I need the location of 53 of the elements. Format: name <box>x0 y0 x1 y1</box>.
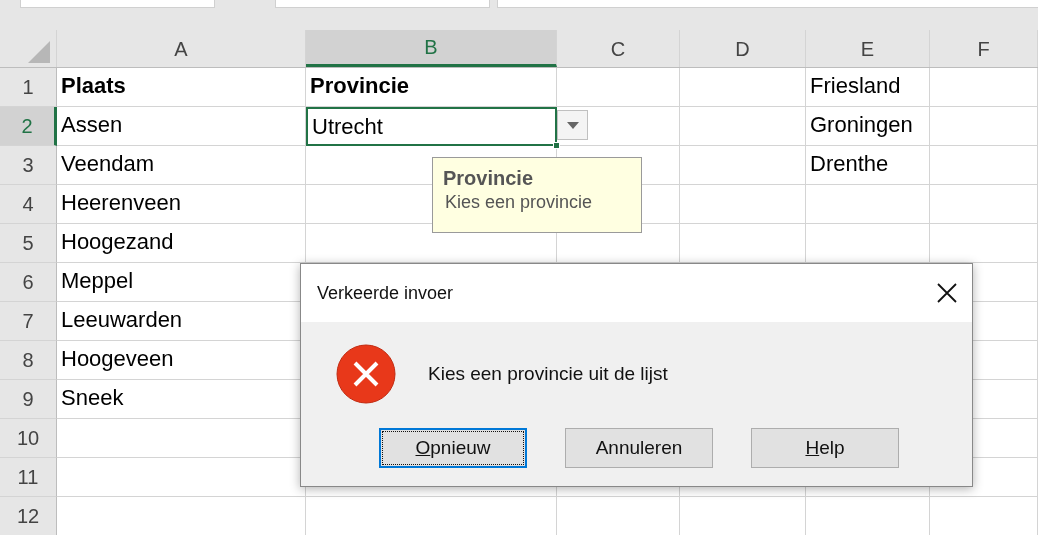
cell[interactable]: Friesland <box>806 68 930 107</box>
cell[interactable] <box>930 146 1038 185</box>
cell[interactable] <box>680 107 806 146</box>
cell[interactable] <box>557 68 680 107</box>
dialog-title: Verkeerde invoer <box>317 281 454 305</box>
column-header[interactable]: F <box>930 30 1038 67</box>
cell[interactable]: Utrecht <box>306 107 557 146</box>
dialog-button[interactable]: Annuleren <box>565 428 713 468</box>
error-icon <box>336 344 396 404</box>
row-header[interactable]: 9 <box>0 380 57 419</box>
column-header[interactable]: B <box>306 30 557 67</box>
close-icon[interactable] <box>936 282 958 304</box>
cell[interactable] <box>930 185 1038 224</box>
row-header[interactable]: 4 <box>0 185 57 224</box>
row-header[interactable]: 6 <box>0 263 57 302</box>
cell[interactable]: Groningen <box>806 107 930 146</box>
formula-bar[interactable] <box>497 0 1038 8</box>
cell[interactable]: Provincie <box>306 68 557 107</box>
row-header[interactable]: 5 <box>0 224 57 263</box>
cell[interactable] <box>680 185 806 224</box>
dialog-message: Kies een provincie uit de lijst <box>428 361 668 386</box>
cell[interactable]: Heerenveen <box>57 185 306 224</box>
dialog-button[interactable]: Help <box>751 428 899 468</box>
caret-icon <box>566 121 579 129</box>
column-header[interactable]: D <box>680 30 806 67</box>
cell[interactable] <box>930 68 1038 107</box>
column-header[interactable]: C <box>557 30 680 67</box>
row-header[interactable]: 8 <box>0 341 57 380</box>
row-header[interactable]: 3 <box>0 146 57 185</box>
cell-dropdown-menu[interactable] <box>557 110 588 140</box>
cell[interactable] <box>680 68 806 107</box>
cell[interactable]: Assen <box>57 107 306 146</box>
row-header[interactable]: 1 <box>0 68 57 107</box>
tooltip-title: Provincie <box>443 166 535 190</box>
name-box[interactable] <box>20 0 215 8</box>
row-header[interactable]: 10 <box>0 419 57 458</box>
cell[interactable]: Plaats <box>57 68 306 107</box>
tooltip-message: Kies een provincie <box>444 191 594 214</box>
fill-handle[interactable] <box>553 142 560 149</box>
cell[interactable] <box>930 107 1038 146</box>
row-header[interactable]: 7 <box>0 302 57 341</box>
row-header[interactable]: 2 <box>0 107 57 146</box>
dialog-button[interactable]: Opnieuw <box>379 428 527 468</box>
select-all-icon[interactable] <box>28 41 50 63</box>
row-header[interactable]: 12 <box>0 497 57 535</box>
cell[interactable] <box>680 146 806 185</box>
formula-field[interactable] <box>275 0 490 8</box>
row-header[interactable]: 11 <box>0 458 57 497</box>
cell[interactable]: Veendam <box>57 146 306 185</box>
column-header[interactable]: E <box>806 30 930 67</box>
cell[interactable]: Hoogezand <box>57 224 306 263</box>
cell[interactable]: Drenthe <box>806 146 930 185</box>
cell[interactable] <box>806 185 930 224</box>
